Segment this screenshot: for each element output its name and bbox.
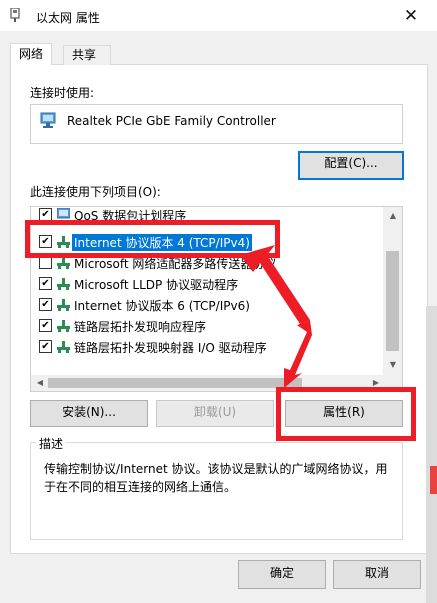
lltd-mapper-label: 链路层拓扑发现映射器 I/O 驱动程序	[74, 341, 267, 355]
scroll-up-icon[interactable]: ▲	[385, 211, 401, 220]
tab-sharing[interactable]: 共享	[63, 45, 111, 65]
install-button[interactable]: 安装(N)...	[30, 400, 148, 427]
protocol-icon	[57, 320, 70, 332]
protocol-icon	[57, 278, 70, 290]
annotation-arrows	[240, 245, 312, 388]
connect-using-label: 连接时使用:	[30, 86, 95, 100]
ok-button[interactable]: 确定	[238, 560, 326, 589]
lltd-mapper-checkbox[interactable]: ✔	[39, 340, 52, 353]
scroll-right-icon[interactable]: ▶	[368, 378, 384, 387]
scroll-down-icon[interactable]: ▼	[385, 360, 401, 369]
vertical-scrollbar[interactable]: ▲ ▼	[383, 207, 402, 375]
tab-network[interactable]: 网络	[10, 43, 53, 65]
window-title: 以太网 属性	[36, 11, 100, 25]
network-adapter-icon	[10, 8, 20, 22]
list-item-lltd-mapper[interactable]: ✔ 链路层拓扑发现映射器 I/O 驱动程序	[31, 336, 383, 357]
ipv6-label: Internet 协议版本 6 (TCP/IPv6)	[74, 299, 250, 313]
background-window-edge	[426, 306, 437, 603]
vertical-scroll-thumb[interactable]	[386, 251, 399, 351]
scheduler-icon	[57, 208, 70, 219]
protocol-icon	[57, 299, 70, 311]
protocol-icon	[57, 257, 70, 269]
background-app-fragment	[430, 466, 437, 494]
list-item-lldp[interactable]: ✔ Microsoft LLDP 协议驱动程序	[31, 273, 383, 294]
description-line-1: 传输控制协议/Internet 协议。该协议是默认的广域网络协议，用	[44, 462, 388, 476]
network-card-icon	[40, 112, 56, 128]
configure-button[interactable]: 配置(C)...	[298, 151, 404, 180]
description-title: 描述	[36, 435, 67, 452]
annotation-highlight-properties	[276, 387, 416, 441]
list-item-lltd-responder[interactable]: ✔ 链路层拓扑发现响应程序	[31, 315, 383, 336]
lltd-responder-checkbox[interactable]: ✔	[39, 319, 52, 332]
list-item-ipv6[interactable]: ✔ Internet 协议版本 6 (TCP/IPv6)	[31, 294, 383, 315]
scroll-left-icon[interactable]: ◀	[32, 378, 48, 387]
close-icon: ✕	[403, 6, 419, 26]
cancel-button[interactable]: 取消	[333, 560, 421, 589]
protocol-icon	[57, 341, 70, 353]
adapter-name: Realtek PCIe GbE Family Controller	[67, 114, 276, 128]
lldp-label: Microsoft LLDP 协议驱动程序	[74, 278, 239, 292]
lldp-checkbox[interactable]: ✔	[39, 277, 52, 290]
description-line-2: 于在不同的相互连接的网络上通信。	[44, 480, 237, 494]
lltd-responder-label: 链路层拓扑发现响应程序	[74, 320, 207, 334]
ipv6-checkbox[interactable]: ✔	[39, 298, 52, 311]
uninstall-button[interactable]: 卸载(U)	[156, 400, 274, 427]
items-label: 此连接使用下列项目(O):	[30, 185, 161, 199]
close-button[interactable]: ✕	[398, 4, 424, 28]
description-text: 传输控制协议/Internet 协议。该协议是默认的广域网络协议，用 于在不同的…	[44, 460, 396, 496]
